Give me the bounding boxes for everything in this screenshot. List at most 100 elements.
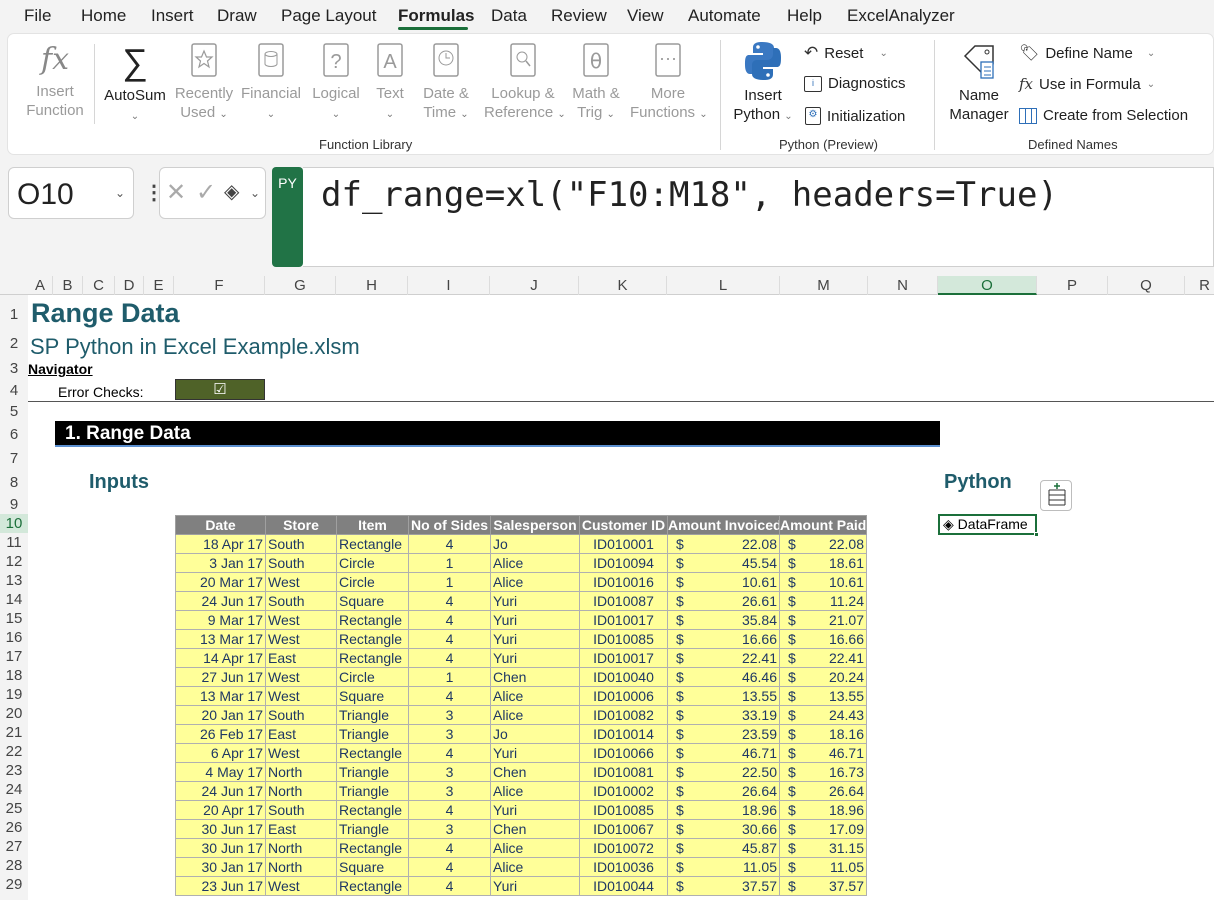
python-mode-badge[interactable]: PY — [272, 167, 303, 267]
row-header-6[interactable]: 6 — [0, 422, 28, 448]
table-cell[interactable]: Alice — [490, 857, 580, 877]
table-cell[interactable]: $23.59 — [667, 724, 780, 744]
column-header-n[interactable]: N — [868, 276, 938, 295]
table-cell[interactable]: 4 — [408, 591, 491, 611]
row-header-23[interactable]: 23 — [0, 761, 28, 780]
table-cell[interactable]: $22.50 — [667, 762, 780, 782]
more-functions-button[interactable]: ··· More Functions ⌄ — [630, 42, 708, 124]
table-cell[interactable]: 30 Jun 17 — [175, 838, 266, 858]
math-trig-button[interactable]: θ Math & Trig ⌄ — [568, 42, 624, 124]
column-header-i[interactable]: I — [408, 276, 490, 295]
table-header-cell[interactable]: No of Sides — [408, 515, 491, 535]
table-cell[interactable]: 4 — [408, 857, 491, 877]
table-cell[interactable]: 3 — [408, 724, 491, 744]
table-cell[interactable]: $26.64 — [779, 781, 867, 801]
navigator-link[interactable]: Navigator — [28, 361, 93, 377]
text-button[interactable]: A Text ⌄ — [370, 42, 410, 124]
table-cell[interactable]: ID010040 — [579, 667, 668, 687]
table-cell[interactable]: ID010036 — [579, 857, 668, 877]
table-cell[interactable]: Circle — [336, 667, 409, 687]
table-cell[interactable]: East — [265, 648, 337, 668]
table-cell[interactable]: 13 Mar 17 — [175, 629, 266, 649]
table-cell[interactable]: ID010081 — [579, 762, 668, 782]
column-header-e[interactable]: E — [144, 276, 174, 295]
table-cell[interactable]: ID010087 — [579, 591, 668, 611]
table-cell[interactable]: 4 — [408, 686, 491, 706]
table-cell[interactable]: $18.61 — [779, 553, 867, 573]
table-cell[interactable]: West — [265, 629, 337, 649]
table-cell[interactable]: Chen — [490, 762, 580, 782]
table-cell[interactable]: Alice — [490, 705, 580, 725]
table-cell[interactable]: South — [265, 705, 337, 725]
table-cell[interactable]: Alice — [490, 838, 580, 858]
table-cell[interactable]: North — [265, 781, 337, 801]
table-cell[interactable]: 4 — [408, 743, 491, 763]
table-cell[interactable]: Yuri — [490, 610, 580, 630]
table-cell[interactable]: $18.96 — [779, 800, 867, 820]
row-header-25[interactable]: 25 — [0, 799, 28, 818]
row-header-14[interactable]: 14 — [0, 590, 28, 609]
table-cell[interactable]: $35.84 — [667, 610, 780, 630]
table-cell[interactable]: $16.73 — [779, 762, 867, 782]
table-cell[interactable]: $22.41 — [667, 648, 780, 668]
table-cell[interactable]: Square — [336, 857, 409, 877]
menu-page-layout[interactable]: Page Layout — [281, 6, 376, 26]
table-cell[interactable]: 4 — [408, 629, 491, 649]
column-header-c[interactable]: C — [83, 276, 115, 295]
table-cell[interactable]: ID010066 — [579, 743, 668, 763]
table-cell[interactable]: Yuri — [490, 743, 580, 763]
table-cell[interactable]: West — [265, 610, 337, 630]
column-header-l[interactable]: L — [667, 276, 780, 295]
table-cell[interactable]: ID010016 — [579, 572, 668, 592]
table-cell[interactable]: 4 — [408, 800, 491, 820]
table-cell[interactable]: Yuri — [490, 876, 580, 896]
table-cell[interactable]: 3 — [408, 819, 491, 839]
table-cell[interactable]: Triangle — [336, 705, 409, 725]
table-cell[interactable]: Chen — [490, 819, 580, 839]
table-cell[interactable]: $46.71 — [779, 743, 867, 763]
row-header-2[interactable]: 2 — [0, 331, 28, 357]
row-header-8[interactable]: 8 — [0, 470, 28, 496]
table-cell[interactable]: Rectangle — [336, 648, 409, 668]
table-cell[interactable]: Triangle — [336, 781, 409, 801]
table-cell[interactable]: $21.07 — [779, 610, 867, 630]
formula-input[interactable]: df_range=xl("F10:M18", headers=True) — [303, 167, 1214, 267]
table-cell[interactable]: 20 Jan 17 — [175, 705, 266, 725]
menu-insert[interactable]: Insert — [151, 6, 194, 26]
table-cell[interactable]: 30 Jun 17 — [175, 819, 266, 839]
row-header-3[interactable]: 3 — [0, 357, 28, 380]
column-header-d[interactable]: D — [115, 276, 144, 295]
table-cell[interactable]: $22.41 — [779, 648, 867, 668]
row-header-27[interactable]: 27 — [0, 837, 28, 856]
table-header-cell[interactable]: Salesperson — [490, 515, 580, 535]
table-cell[interactable]: $16.66 — [779, 629, 867, 649]
table-cell[interactable]: West — [265, 743, 337, 763]
table-header-cell[interactable]: Customer ID — [579, 515, 668, 535]
row-header-22[interactable]: 22 — [0, 742, 28, 761]
table-cell[interactable]: Square — [336, 686, 409, 706]
menu-home[interactable]: Home — [81, 6, 126, 26]
table-cell[interactable]: North — [265, 762, 337, 782]
table-cell[interactable]: $22.08 — [779, 534, 867, 554]
menu-excelanalyzer[interactable]: ExcelAnalyzer — [847, 6, 955, 26]
recently-used-button[interactable]: Recently Used ⌄ — [174, 42, 234, 124]
fill-handle[interactable] — [1034, 532, 1039, 537]
table-cell[interactable]: $24.43 — [779, 705, 867, 725]
table-cell[interactable]: 18 Apr 17 — [175, 534, 266, 554]
table-cell[interactable]: Alice — [490, 553, 580, 573]
row-header-19[interactable]: 19 — [0, 685, 28, 704]
table-cell[interactable]: Yuri — [490, 591, 580, 611]
table-cell[interactable]: 20 Apr 17 — [175, 800, 266, 820]
table-cell[interactable]: Yuri — [490, 800, 580, 820]
cancel-x-icon[interactable]: ✕ — [166, 178, 186, 207]
column-header-k[interactable]: K — [579, 276, 667, 295]
row-header-26[interactable]: 26 — [0, 818, 28, 837]
row-header-28[interactable]: 28 — [0, 856, 28, 875]
use-in-formula-button[interactable]: fx Use in Formula ⌄ — [1019, 75, 1155, 93]
table-cell[interactable]: 1 — [408, 553, 491, 573]
table-header-cell[interactable]: Amount Paid — [779, 515, 867, 535]
row-header-4[interactable]: 4 — [0, 380, 28, 402]
row-header-7[interactable]: 7 — [0, 448, 28, 470]
table-cell[interactable]: 13 Mar 17 — [175, 686, 266, 706]
table-cell[interactable]: ID010017 — [579, 610, 668, 630]
